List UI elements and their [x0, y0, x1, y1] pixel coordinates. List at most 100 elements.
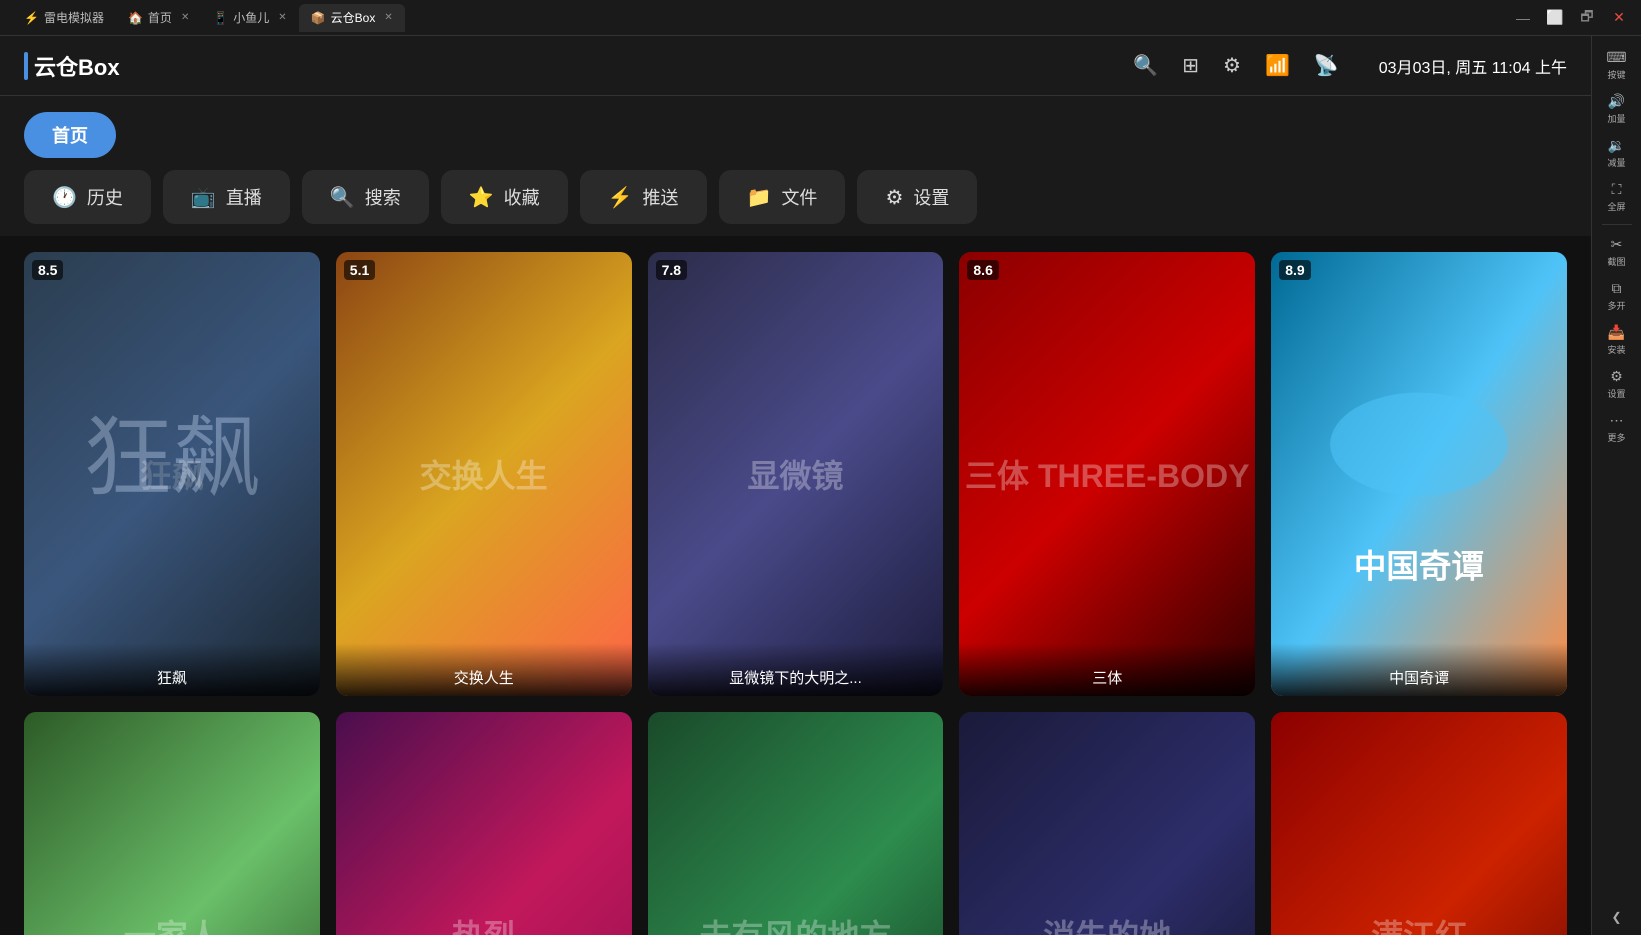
app-logo: 云仓Box [24, 50, 120, 82]
wifi-icon[interactable]: 📶 [1265, 53, 1290, 78]
movies-grid: 狂飙 狂飙 8.5 狂飙 交换人生 [24, 252, 1567, 935]
svg-text:中国奇谭: 中国奇谭 [1354, 548, 1484, 585]
sidebar-btn-screenshot[interactable]: ✂ 截图 [1596, 231, 1638, 273]
nav-row: 首页 [0, 96, 1591, 158]
menu-push[interactable]: ⚡ 推送 [580, 170, 707, 224]
search-menu-icon: 🔍 [330, 185, 355, 210]
tab-leidianzimulator[interactable]: ⚡ 雷电模拟器 [12, 4, 116, 32]
window-restore-btn[interactable]: ⬜ [1545, 8, 1565, 28]
movie-card-7[interactable]: 热烈 热烈 [336, 712, 632, 935]
volume-down-icon: 🔉 [1608, 137, 1625, 154]
sidebar-btn-install[interactable]: 📥 安装 [1596, 319, 1638, 361]
home-tab-icon: 🏠 [128, 11, 143, 25]
menu-live[interactable]: 📺 直播 [163, 170, 290, 224]
grid-icon[interactable]: ⊞ [1182, 53, 1199, 78]
movie-rating-3: 7.8 [656, 260, 687, 280]
movie-title-5: 中国奇谭 [1271, 643, 1567, 696]
window-close-btn[interactable]: ✕ [1609, 8, 1629, 28]
movie-title-4: 三体 [959, 643, 1255, 696]
menu-favorite[interactable]: ⭐ 收藏 [441, 170, 568, 224]
settings-menu-icon: ⚙ [885, 185, 903, 210]
tab-close-xiaoyu[interactable]: ✕ [278, 12, 286, 23]
window-controls: — ⬜ 🗗 ✕ [1513, 8, 1629, 28]
browser-tab-bar: ⚡ 雷电模拟器 🏠 首页 ✕ 📱 小鱼儿 ✕ 📦 云仓Box ✕ — ⬜ 🗗 ✕ [0, 0, 1641, 36]
sidebar-btn-volume-down[interactable]: 🔉 减量 [1596, 132, 1638, 174]
movie-title-3: 显微镜下的大明之... [648, 643, 944, 696]
movie-rating-5: 8.9 [1279, 260, 1310, 280]
content-area: 狂飙 狂飙 8.5 狂飙 交换人生 [0, 236, 1591, 935]
movie-title-1: 狂飙 [24, 643, 320, 696]
fullscreen-icon: ⛶ [1612, 181, 1622, 198]
svg-text:狂飙: 狂飙 [83, 411, 260, 509]
movie-card-1[interactable]: 狂飙 狂飙 8.5 狂飙 [24, 252, 320, 696]
multiwindow-icon: ⧉ [1612, 280, 1622, 297]
settings-icon[interactable]: ⚙ [1223, 53, 1241, 78]
menu-history[interactable]: 🕐 历史 [24, 170, 151, 224]
menu-row: 🕐 历史 📺 直播 🔍 搜索 ⭐ 收藏 ⚡ 推送 [0, 158, 1591, 236]
movie-card-5[interactable]: 中国奇谭 8.9 中国奇谭 [1271, 252, 1567, 696]
sidebar-btn-more[interactable]: ⋯ 更多 [1596, 407, 1638, 449]
movie-poster-9: 消失的她 [959, 712, 1255, 935]
install-icon: 📥 [1608, 324, 1625, 341]
movie-card-9[interactable]: 消失的她 消失的她 [959, 712, 1255, 935]
emu-icon: ⚡ [24, 11, 39, 25]
app-title: 云仓Box [34, 50, 120, 82]
cast-icon[interactable]: 📡 [1314, 53, 1339, 78]
right-sidebar: ⌨ 按键 🔊 加量 🔉 减量 ⛶ 全屏 ✂ 截图 ⧉ 多开 [1591, 36, 1641, 935]
movie-card-2[interactable]: 交换人生 5.1 交换人生 [336, 252, 632, 696]
movie-poster-8: 去有风的地方 [648, 712, 944, 935]
movie-poster-6: 一家人 [24, 712, 320, 935]
menu-files[interactable]: 📁 文件 [719, 170, 846, 224]
volume-up-icon: 🔊 [1608, 93, 1625, 110]
app-header: 云仓Box 🔍 ⊞ ⚙ 📶 📡 03月03日, 周五 11:04 上午 [0, 36, 1591, 96]
movie-poster-7: 热烈 [336, 712, 632, 935]
tab-xiaoyu[interactable]: 📱 小鱼儿 ✕ [201, 4, 298, 32]
sidebar-btn-fullscreen[interactable]: ⛶ 全屏 [1596, 176, 1638, 218]
movie-card-3[interactable]: 显微镜 7.8 显微镜下的大明之... [648, 252, 944, 696]
tab-close-home[interactable]: ✕ [181, 12, 189, 23]
header-icons: 🔍 ⊞ ⚙ 📶 📡 03月03日, 周五 11:04 上午 [1133, 53, 1567, 78]
window-maximize-btn[interactable]: 🗗 [1577, 8, 1597, 28]
movie-rating-2: 5.1 [344, 260, 375, 280]
menu-settings[interactable]: ⚙ 设置 [857, 170, 977, 224]
sidebar-scroll-down[interactable]: ❮ [1596, 907, 1638, 927]
movie-card-4[interactable]: 三体 THREE-BODY 8.6 三体 [959, 252, 1255, 696]
sidebar-btn-settings[interactable]: ⚙ 设置 [1596, 363, 1638, 405]
tab-yuncang[interactable]: 📦 云仓Box ✕ [299, 4, 405, 32]
keyboard-icon: ⌨ [1606, 49, 1626, 66]
yuncang-tab-icon: 📦 [311, 11, 326, 25]
movie-poster-2: 交换人生 [336, 252, 632, 696]
menu-search[interactable]: 🔍 搜索 [302, 170, 429, 224]
movie-poster-4: 三体 THREE-BODY [959, 252, 1255, 696]
logo-bar [24, 52, 28, 80]
xiaoyu-tab-icon: 📱 [213, 11, 228, 25]
movie-card-6[interactable]: 一家人 一家人 [24, 712, 320, 935]
window-minimize-btn[interactable]: — [1513, 8, 1533, 28]
app-content: 云仓Box 🔍 ⊞ ⚙ 📶 📡 03月03日, 周五 11:04 上午 首页 [0, 36, 1591, 935]
home-button[interactable]: 首页 [24, 112, 116, 158]
push-icon: ⚡ [608, 185, 633, 210]
settings-sidebar-icon: ⚙ [1610, 368, 1623, 385]
live-icon: 📺 [191, 185, 216, 210]
movie-poster-10: 满江红 [1271, 712, 1567, 935]
sidebar-btn-multiwindow[interactable]: ⧉ 多开 [1596, 275, 1638, 317]
movie-card-8[interactable]: 去有风的地方 去有风的地方 [648, 712, 944, 935]
files-icon: 📁 [747, 185, 772, 210]
datetime-display: 03月03日, 周五 11:04 上午 [1379, 54, 1567, 78]
movie-poster-3: 显微镜 [648, 252, 944, 696]
movie-rating-4: 8.6 [967, 260, 998, 280]
sidebar-btn-volume-up[interactable]: 🔊 加量 [1596, 88, 1638, 130]
tab-close-yuncang[interactable]: ✕ [384, 12, 392, 23]
movie-title-2: 交换人生 [336, 643, 632, 696]
tab-homepage[interactable]: 🏠 首页 ✕ [116, 4, 201, 32]
more-icon: ⋯ [1610, 412, 1624, 429]
favorite-icon: ⭐ [469, 185, 494, 210]
movie-poster-1: 狂飙 狂飙 [24, 252, 320, 696]
movie-card-10[interactable]: 满江红 满江红 [1271, 712, 1567, 935]
sidebar-divider [1602, 224, 1632, 225]
search-icon[interactable]: 🔍 [1133, 53, 1158, 78]
movie-poster-5: 中国奇谭 [1271, 252, 1567, 696]
browser-frame: ⚡ 雷电模拟器 🏠 首页 ✕ 📱 小鱼儿 ✕ 📦 云仓Box ✕ — ⬜ 🗗 ✕ [0, 0, 1641, 935]
sidebar-btn-keymapping[interactable]: ⌨ 按键 [1596, 44, 1638, 86]
history-icon: 🕐 [52, 185, 77, 210]
